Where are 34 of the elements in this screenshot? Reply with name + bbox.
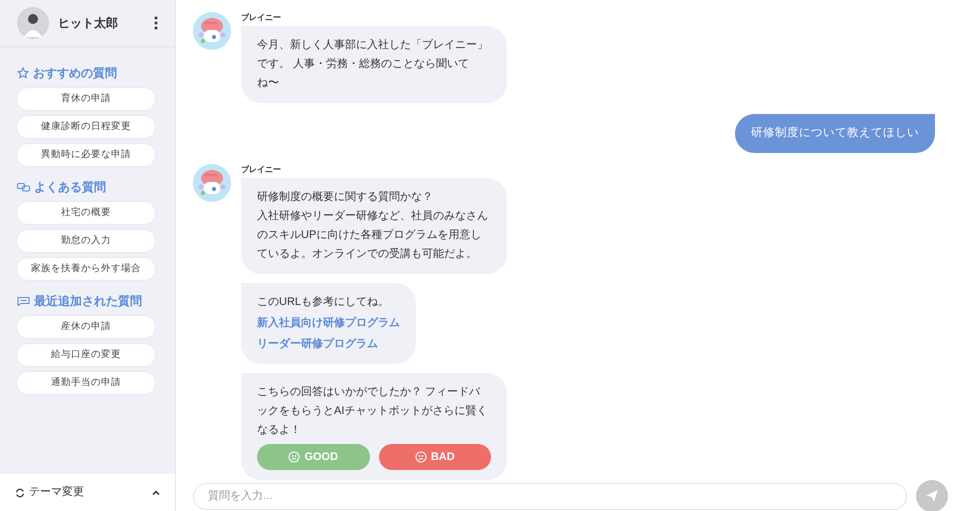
smile-face-icon (288, 451, 300, 464)
question-chip[interactable]: 通勤手当の申請 (17, 372, 155, 394)
user-message: 研修制度について教えてほしい (735, 114, 935, 154)
question-chip[interactable]: 産休の申請 (17, 316, 155, 338)
section-title: よくある質問 (34, 179, 106, 196)
user-name: ヒット太郎 (58, 15, 119, 32)
message-icon (17, 296, 30, 306)
star-icon (17, 67, 29, 79)
question-chip[interactable]: 社宅の概要 (17, 202, 155, 224)
send-icon (925, 489, 939, 504)
message-line: 入社研修やリーダー研修など、社員のみなさんのスキルUPに向けた各種プログラムを用意しているよ。オンラインでの受講も可能だよ。 (257, 209, 489, 262)
user-avatar[interactable] (17, 7, 49, 39)
sender-name: ブレイニー (241, 12, 281, 24)
mascot-avatar-drawing (193, 164, 231, 202)
message-line: 今月、新しく人事部に入社した「ブレイニー」です。 人事・労務・総務のことなら聞いてね〜 (257, 38, 489, 91)
mascot-avatar-drawing (193, 12, 231, 50)
links-intro: このURLも参考にしてね。 (257, 295, 390, 310)
sender-name: ブレイニー (241, 164, 281, 176)
question-chip[interactable]: 健康診断の日程変更 (17, 116, 155, 138)
sad-face-icon (414, 451, 427, 464)
swap-icon (15, 488, 25, 498)
message-line: 研修制度の概要に関する質問かな？ (257, 190, 434, 206)
question-chip[interactable]: 育休の申請 (17, 88, 155, 110)
section-title: おすすめの質問 (33, 65, 117, 82)
feedback-question: こちらの回答はいかがでしたか？ フィードバックをもらうとAIチャットボットがさらに賢くなるよ！ (257, 385, 488, 438)
question-chip[interactable]: 給与口座の変更 (17, 344, 155, 366)
question-chip[interactable]: 異動時に必要な申請 (17, 144, 155, 166)
theme-toggle[interactable]: テーマ変更 (0, 474, 175, 511)
question-input[interactable]: 質問を入力... (193, 482, 907, 510)
more-icon[interactable] (154, 16, 158, 30)
question-chip[interactable]: 勤怠の入力 (17, 230, 155, 252)
section-title: 最近追加された質問 (34, 293, 142, 310)
question-chip[interactable]: 家族を扶養から外す場合 (17, 258, 155, 280)
chat-bubbles-icon (17, 182, 30, 192)
